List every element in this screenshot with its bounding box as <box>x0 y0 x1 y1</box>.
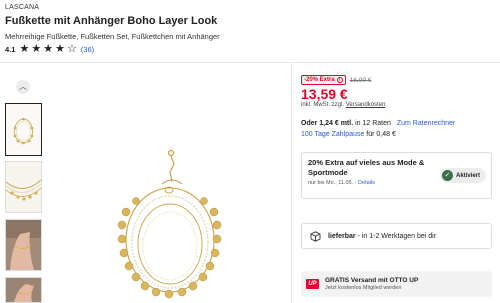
thumbnail-anklet-layers[interactable] <box>5 161 42 213</box>
thumbnail-anklet-closeup[interactable] <box>5 103 42 156</box>
product-title: Fußkette mit Anhänger Boho Layer Look <box>5 15 218 27</box>
otto-up-logo: UP <box>306 279 319 289</box>
delivery-available: lieferbar <box>328 232 356 240</box>
anklet-thumbnail-image <box>6 104 41 155</box>
worn-anklet-thumbnail-image <box>6 278 41 302</box>
anklet-main-image <box>52 72 292 303</box>
product-subtitle: Mehrreihige Fußkette, Fußketten Set, Fuß… <box>5 32 220 41</box>
old-price: 16,99 € <box>349 76 372 84</box>
payment-pause-link[interactable]: 100 Tage Zahlpause <box>301 131 364 138</box>
star-full-icon: ★ <box>55 43 65 55</box>
payment-pause-rest: für 0,48 € <box>366 131 396 138</box>
rating-row[interactable]: 4.1 ★ ★ ★ ★ ☆ (36) <box>5 44 94 55</box>
delivery-info: lieferbar - in 1-2 Werktagen bei dir <box>301 223 492 249</box>
discount-row: -20% Extra i 16,99 € <box>301 75 371 85</box>
activated-label: Aktiviert <box>455 172 480 179</box>
info-icon[interactable]: i <box>336 77 343 83</box>
star-full-icon: ★ <box>19 43 30 55</box>
thumbnail-anklet-worn-right[interactable] <box>5 277 42 303</box>
payment-pause-line: 100 Tage Zahlpause für 0,48 € <box>301 131 396 138</box>
discount-badge[interactable]: -20% Extra i <box>301 75 346 85</box>
tax-note-prefix: inkl. MwSt. zzgl. <box>301 102 345 108</box>
delivery-status: lieferbar - in 1-2 Werktagen bei dir <box>328 233 436 240</box>
tax-note: inkl. MwSt. zzgl. Versandkosten <box>301 102 385 108</box>
otto-up-title: GRATIS Versand mit OTTO UP <box>325 277 419 284</box>
otto-up-subtitle: Jetzt kostenlos Mitglied werden <box>325 285 402 291</box>
promo-activated-toggle[interactable]: ✓ Aktiviert <box>439 168 486 183</box>
thumbnail-anklet-worn-left[interactable] <box>5 219 42 271</box>
star-full-icon: ★ <box>43 43 54 55</box>
promo-validity: nur bis Mo., 11.05. - <box>308 180 357 186</box>
installment-line: Oder 1,24 € mtl. in 12 Raten Zum Ratenre… <box>301 120 455 127</box>
star-full-icon: ★ <box>31 43 42 55</box>
column-divider <box>291 62 292 303</box>
promo-box: 20% Extra auf vieles aus Mode & Sportmod… <box>301 152 492 199</box>
header-divider <box>0 62 500 63</box>
check-icon: ✓ <box>441 170 453 181</box>
package-icon <box>310 230 321 242</box>
otto-up-banner[interactable]: UP GRATIS Versand mit OTTO UP Jetzt kost… <box>301 271 492 297</box>
worn-anklet-thumbnail-image <box>6 220 41 270</box>
delivery-time: - in 1-2 Werktagen bei dir <box>357 232 437 240</box>
discount-badge-label: -20% Extra <box>304 77 335 83</box>
installment-calculator-link[interactable]: Zum Ratenrechner <box>397 120 455 127</box>
brand-name[interactable]: LASCANA <box>5 4 39 11</box>
chevron-up-icon: ︿ <box>19 82 27 91</box>
rating-value: 4.1 <box>5 45 16 54</box>
main-product-image[interactable] <box>52 72 292 303</box>
rating-count-link[interactable]: (36) <box>81 45 94 54</box>
rating-stars: ★ ★ ★ ★ ☆ <box>19 44 76 55</box>
shipping-costs-link[interactable]: Versandkosten <box>346 102 386 108</box>
star-empty-icon: ☆ <box>66 43 77 55</box>
thumbnail-scroll-up-button[interactable]: ︿ <box>16 80 30 94</box>
promo-details-link[interactable]: Details <box>358 180 375 186</box>
anklet-thumbnail-image <box>6 162 41 212</box>
promo-title: 20% Extra auf vieles aus Mode & Sportmod… <box>308 158 425 177</box>
installment-amount: Oder 1,24 € mtl. <box>301 120 354 127</box>
installment-rest: in 12 Raten <box>355 120 391 127</box>
current-price: 13,59 € <box>301 86 348 102</box>
